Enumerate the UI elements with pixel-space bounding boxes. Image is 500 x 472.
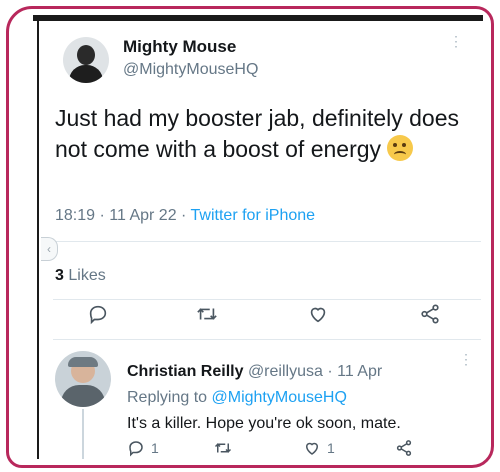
tweet-source[interactable]: Twitter for iPhone bbox=[191, 207, 316, 224]
divider bbox=[53, 299, 481, 300]
meta-separator: · bbox=[327, 363, 333, 380]
reply-author-handle[interactable]: @reillyusa bbox=[248, 363, 323, 380]
author-avatar[interactable] bbox=[63, 37, 109, 83]
retweet-icon bbox=[197, 308, 217, 320]
more-dots-icon[interactable]: ⋮ bbox=[449, 33, 464, 50]
like-icon bbox=[305, 442, 319, 455]
reply-like-count: 1 bbox=[327, 440, 335, 456]
reply-count: 1 bbox=[151, 440, 159, 456]
reply-button[interactable] bbox=[87, 303, 109, 325]
meta-separator: · bbox=[99, 207, 110, 224]
likes-count: 3 bbox=[55, 267, 64, 284]
reply-icon bbox=[129, 441, 143, 457]
replying-mention[interactable]: @MightyMouseHQ bbox=[212, 389, 347, 406]
reply-text: It's a killer. Hope you're ok soon, mate… bbox=[127, 415, 401, 432]
likes-label: Likes bbox=[68, 267, 106, 284]
reply-header: Christian Reilly @reillyusa · 11 Apr bbox=[127, 363, 382, 381]
like-button[interactable] bbox=[307, 303, 329, 325]
share-icon bbox=[421, 304, 439, 324]
reply-author-name[interactable]: Christian Reilly bbox=[127, 363, 243, 380]
meta-separator: · bbox=[181, 207, 191, 224]
reply-retweet-button[interactable] bbox=[213, 439, 233, 457]
chevron-left-icon[interactable]: ‹ bbox=[41, 237, 58, 261]
reply-author-avatar[interactable] bbox=[55, 351, 111, 407]
tweet-date[interactable]: 11 Apr 22 bbox=[109, 207, 176, 224]
divider bbox=[53, 241, 481, 242]
reply-date[interactable]: 11 Apr bbox=[337, 363, 382, 380]
retweet-button[interactable] bbox=[195, 303, 219, 325]
author-handle[interactable]: @MightyMouseHQ bbox=[123, 61, 258, 79]
reply-icon bbox=[89, 305, 107, 325]
divider bbox=[53, 339, 481, 340]
author-name[interactable]: Mighty Mouse bbox=[123, 37, 236, 57]
replying-prefix: Replying to bbox=[127, 389, 208, 406]
reply-share-button[interactable] bbox=[395, 439, 413, 457]
replying-to: Replying to @MightyMouseHQ bbox=[127, 389, 347, 407]
left-edge-line bbox=[37, 19, 39, 459]
share-icon bbox=[396, 440, 412, 456]
tweet-card: Mighty Mouse @MightyMouseHQ ⋮ Just had m… bbox=[41, 21, 481, 459]
reply-like-button[interactable]: 1 bbox=[303, 439, 335, 457]
retweet-icon bbox=[214, 443, 232, 453]
thread-line bbox=[82, 409, 84, 459]
like-icon bbox=[310, 307, 326, 323]
tweet-text: Just had my booster jab, definitely does… bbox=[55, 103, 475, 165]
likes-summary[interactable]: 3 Likes bbox=[55, 267, 106, 285]
reply-reply-button[interactable]: 1 bbox=[127, 439, 159, 457]
share-button[interactable] bbox=[419, 303, 441, 325]
woozy-face-emoji bbox=[387, 135, 414, 161]
tweet-time[interactable]: 18:19 bbox=[55, 207, 95, 224]
more-dots-icon[interactable]: ⋮ bbox=[459, 351, 474, 368]
tweet-meta: 18:19 · 11 Apr 22 · Twitter for iPhone bbox=[55, 207, 315, 225]
screenshot-frame: Mighty Mouse @MightyMouseHQ ⋮ Just had m… bbox=[6, 6, 494, 468]
